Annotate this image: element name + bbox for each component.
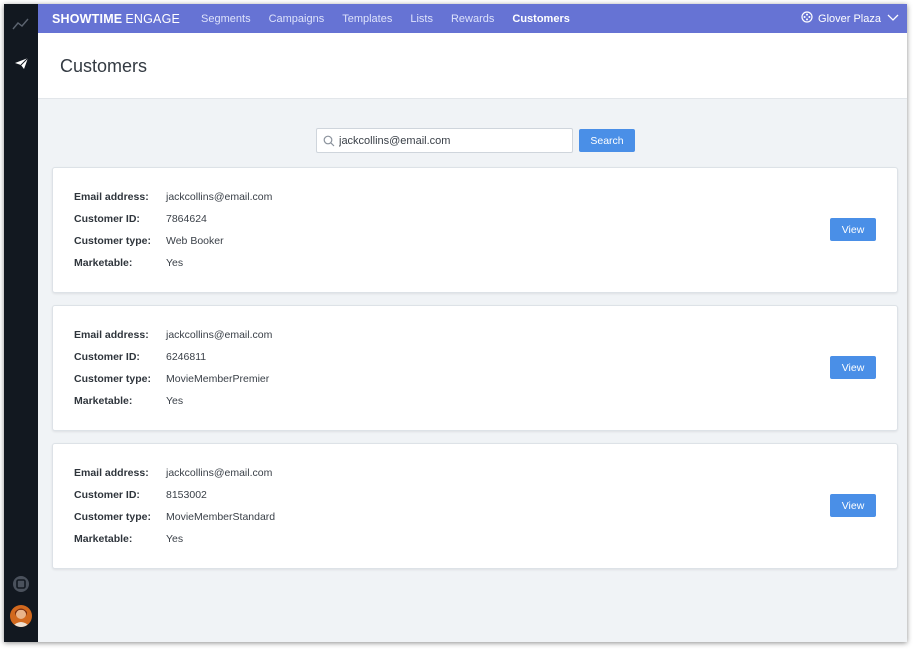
- customer-type-label: Customer type:: [74, 373, 152, 385]
- customer-id-label: Customer ID:: [74, 213, 140, 225]
- search-box: [316, 128, 573, 153]
- email-label: Email address:: [74, 191, 149, 203]
- app-window: SHOWTIME ENGAGE Segments Campaigns Templa…: [4, 4, 907, 642]
- help-icon[interactable]: [4, 575, 38, 593]
- nav-item-rewards[interactable]: Rewards: [451, 13, 494, 25]
- marketable-label: Marketable:: [74, 533, 133, 545]
- venue-name: Glover Plaza: [818, 12, 881, 25]
- marketable-value: Yes: [166, 395, 184, 407]
- customer-id-label: Customer ID:: [74, 351, 140, 363]
- customer-id-label: Customer ID:: [74, 489, 140, 501]
- email-label: Email address:: [74, 329, 149, 341]
- customer-id-value: 8153002: [166, 489, 207, 501]
- nav-item-campaigns[interactable]: Campaigns: [269, 13, 325, 25]
- customer-card: Email address: jackcollins@email.com Cust…: [52, 305, 898, 431]
- nav-item-templates[interactable]: Templates: [342, 13, 392, 25]
- email-value: jackcollins@email.com: [166, 329, 273, 341]
- nav-item-segments[interactable]: Segments: [201, 13, 251, 25]
- brand-name-bold: SHOWTIME: [52, 11, 123, 26]
- customer-type-label: Customer type:: [74, 511, 152, 523]
- customer-type-value: MovieMemberPremier: [166, 373, 270, 385]
- search-input[interactable]: [339, 129, 569, 152]
- customer-card: Email address: jackcollins@email.com Cust…: [52, 167, 898, 293]
- customer-id-value: 6246811: [166, 351, 207, 363]
- page-title: Customers: [60, 56, 148, 76]
- nav-item-customers[interactable]: Customers: [512, 13, 569, 25]
- send-icon[interactable]: [4, 54, 38, 72]
- marketable-value: Yes: [166, 533, 184, 545]
- top-nav-bar: SHOWTIME ENGAGE Segments Campaigns Templa…: [38, 4, 907, 33]
- customer-type-value: Web Booker: [166, 235, 224, 247]
- venue-selector[interactable]: Glover Plaza: [801, 4, 899, 33]
- view-button[interactable]: View: [830, 494, 876, 517]
- page-header: Customers: [38, 33, 907, 99]
- search-button[interactable]: Search: [579, 129, 635, 152]
- brand-name-light: ENGAGE: [125, 11, 181, 26]
- avatar[interactable]: [4, 604, 38, 628]
- analytics-icon[interactable]: [4, 14, 38, 34]
- view-button[interactable]: View: [830, 218, 876, 241]
- customer-type-label: Customer type:: [74, 235, 152, 247]
- side-rail: [4, 4, 38, 642]
- view-button[interactable]: View: [830, 356, 876, 379]
- customer-card: Email address: jackcollins@email.com Cust…: [52, 443, 898, 569]
- marketable-value: Yes: [166, 257, 184, 269]
- email-value: jackcollins@email.com: [166, 467, 273, 479]
- marketable-label: Marketable:: [74, 257, 133, 269]
- nav-item-lists[interactable]: Lists: [410, 13, 433, 25]
- main-nav: Segments Campaigns Templates Lists Rewar…: [192, 13, 579, 25]
- search-icon: [323, 134, 335, 152]
- venue-icon: [801, 11, 813, 26]
- customer-id-value: 7864624: [166, 213, 207, 225]
- customer-type-value: MovieMemberStandard: [166, 511, 276, 523]
- marketable-label: Marketable:: [74, 395, 133, 407]
- brand-logo[interactable]: SHOWTIME ENGAGE: [52, 12, 180, 26]
- email-label: Email address:: [74, 467, 149, 479]
- email-value: jackcollins@email.com: [166, 191, 273, 203]
- chevron-down-icon: [887, 13, 899, 25]
